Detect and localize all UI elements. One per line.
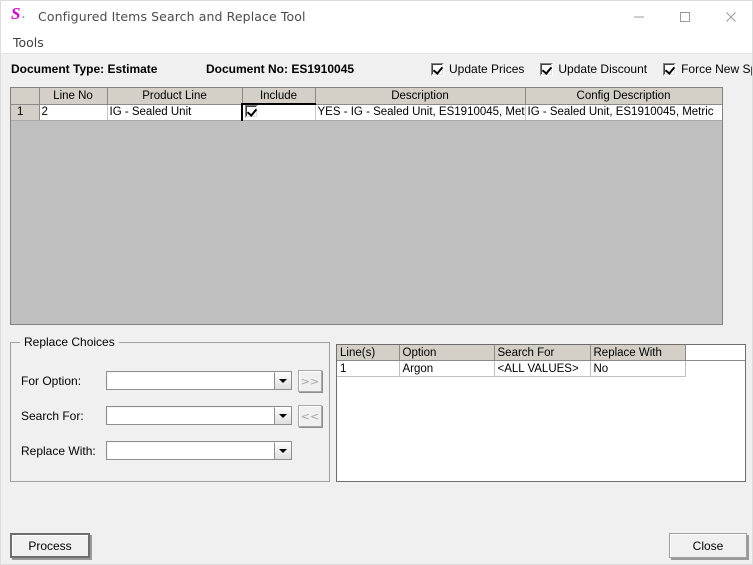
- update-discount-label: Update Discount: [558, 62, 648, 76]
- minimize-icon[interactable]: [616, 1, 662, 32]
- update-prices-checkbox-row[interactable]: Update Prices: [431, 62, 524, 76]
- column-header-line-no[interactable]: Line No: [39, 88, 108, 105]
- column-header-description[interactable]: Description: [315, 88, 526, 105]
- for-option-label: For Option:: [21, 373, 82, 388]
- cell-search-for[interactable]: <ALL VALUES>: [494, 360, 591, 377]
- replace-with-label: Replace With:: [21, 443, 96, 458]
- configured-items-table: Line No Product Line Include Description…: [11, 88, 722, 121]
- row-indicator[interactable]: 1: [11, 104, 40, 121]
- cell-product-line[interactable]: IG - Sealed Unit: [107, 104, 243, 121]
- include-checkbox[interactable]: [245, 105, 258, 119]
- column-header-product-line[interactable]: Product Line: [107, 88, 243, 105]
- column-header-lines[interactable]: Line(s): [337, 345, 400, 361]
- table-row[interactable]: 1 2 IG - Sealed Unit YES - IG - Sealed U…: [11, 103, 722, 121]
- chevron-down-icon[interactable]: [274, 372, 291, 389]
- replacements-table: Line(s) Option Search For Replace With 1…: [337, 345, 745, 377]
- cell-replace-with[interactable]: No: [590, 360, 686, 377]
- force-new-spec-checkbox-row[interactable]: Force New Spec: [663, 62, 752, 76]
- document-type-label: Document Type: Estimate: [11, 62, 158, 76]
- replace-choices-group: Replace Choices For Option: Search For: …: [10, 335, 330, 482]
- window-controls: [616, 1, 752, 32]
- for-option-row: For Option:: [21, 371, 292, 390]
- cell-spare: [685, 360, 745, 377]
- close-icon[interactable]: [708, 1, 752, 32]
- replace-with-combo[interactable]: [106, 441, 292, 460]
- table-row[interactable]: 1 Argon <ALL VALUES> No: [337, 360, 745, 377]
- title-bar: S • Configured Items Search and Replace T…: [1, 1, 752, 32]
- menu-bar: Tools: [1, 32, 752, 53]
- application-window: S • Configured Items Search and Replace T…: [0, 0, 753, 565]
- add-replacement-button[interactable]: >>: [298, 370, 322, 392]
- column-header-rownum[interactable]: [11, 88, 40, 105]
- document-no-label: Document No: ES1910045: [206, 62, 355, 76]
- column-header-config-description[interactable]: Config Description: [525, 88, 722, 105]
- menu-item-tools[interactable]: Tools: [10, 34, 47, 51]
- configured-items-grid[interactable]: Line No Product Line Include Description…: [10, 87, 723, 325]
- column-header-spare: [685, 345, 745, 361]
- close-button[interactable]: Close: [669, 533, 747, 558]
- window-title: Configured Items Search and Replace Tool: [38, 9, 306, 24]
- cell-option[interactable]: Argon: [399, 360, 495, 377]
- replace-choices-legend: Replace Choices: [20, 335, 119, 349]
- cell-config-description[interactable]: IG - Sealed Unit, ES1910045, Metric: [525, 104, 722, 121]
- update-prices-checkbox[interactable]: [431, 62, 444, 76]
- maximize-icon[interactable]: [662, 1, 708, 32]
- force-new-spec-checkbox[interactable]: [663, 62, 677, 76]
- remove-replacement-button[interactable]: <<: [298, 405, 322, 427]
- cell-lines[interactable]: 1: [337, 360, 400, 377]
- replacements-grid[interactable]: Line(s) Option Search For Replace With 1…: [336, 344, 746, 482]
- for-option-combo[interactable]: [106, 371, 292, 390]
- table-header-row: Line No Product Line Include Description…: [11, 88, 722, 105]
- search-for-combo[interactable]: [106, 406, 292, 425]
- chevron-down-icon[interactable]: [274, 442, 291, 459]
- search-for-label: Search For:: [21, 408, 84, 423]
- cell-description[interactable]: YES - IG - Sealed Unit, ES1910045, Metri…: [315, 104, 526, 121]
- app-s-icon: S •: [11, 3, 25, 23]
- chevron-down-icon[interactable]: [274, 407, 291, 424]
- header-checkbox-group: Update Prices Update Discount Force New …: [431, 62, 752, 76]
- column-header-replace-with[interactable]: Replace With: [590, 345, 686, 361]
- update-prices-label: Update Prices: [449, 62, 525, 76]
- cell-line-no[interactable]: 2: [39, 104, 108, 121]
- replace-with-row: Replace With:: [21, 441, 292, 460]
- column-header-include[interactable]: Include: [242, 88, 316, 105]
- cell-include[interactable]: [241, 103, 316, 121]
- update-discount-checkbox-row[interactable]: Update Discount: [540, 62, 647, 76]
- table-header-row: Line(s) Option Search For Replace With: [337, 345, 745, 361]
- column-header-option[interactable]: Option: [399, 345, 495, 361]
- update-discount-checkbox[interactable]: [540, 62, 554, 76]
- column-header-search-for[interactable]: Search For: [494, 345, 591, 361]
- force-new-spec-label: Force New Spec: [681, 62, 752, 76]
- search-for-row: Search For:: [21, 406, 292, 425]
- process-button[interactable]: Process: [10, 533, 90, 558]
- client-area: Document Type: Estimate Document No: ES1…: [1, 53, 752, 564]
